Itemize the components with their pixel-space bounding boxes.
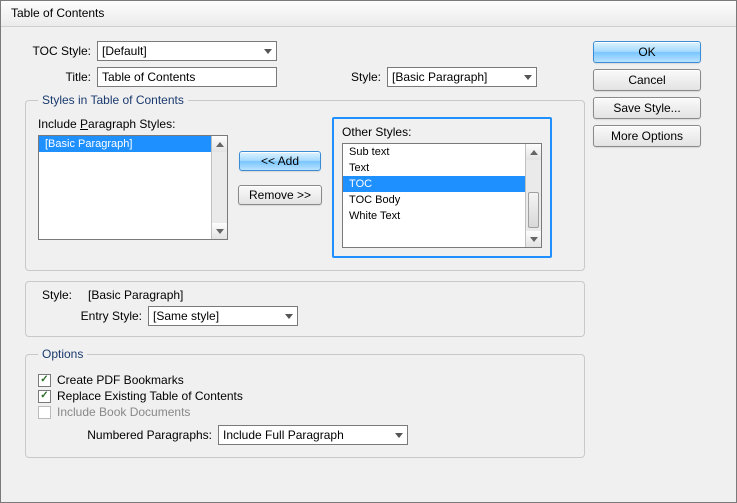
create-pdf-row[interactable]: Create PDF Bookmarks [38,373,572,387]
toc-style-label: TOC Style: [25,44,97,58]
chevron-down-icon [524,75,532,80]
entry-style-static-value: [Basic Paragraph] [88,288,183,302]
title-style-value: [Basic Paragraph] [392,70,487,84]
create-pdf-label: Create PDF Bookmarks [57,373,184,387]
remove-button-label: Remove >> [249,188,311,202]
remove-button[interactable]: Remove >> [238,185,322,205]
numbered-combo[interactable]: Include Full Paragraph [218,425,408,445]
list-item[interactable]: Sub text [343,144,541,160]
list-item[interactable]: TOC Body [343,192,541,208]
scroll-thumb[interactable] [528,192,539,228]
toc-style-row: TOC Style: [Default] [25,41,585,61]
checkbox-icon [38,406,51,419]
styles-grid: Include Paragraph Styles: [Basic Paragra… [38,117,572,258]
add-button-label: << Add [261,154,299,168]
toc-style-combo[interactable]: [Default] [97,41,277,61]
include-label-post: aragraph Styles: [88,117,175,131]
include-label-u: P [80,117,88,131]
entry-style-label-static: Style: [38,288,88,302]
include-book-label: Include Book Documents [57,405,190,419]
title-row: Title: Table of Contents Style: [Basic P… [25,67,585,87]
entry-group: Style: [Basic Paragraph] Entry Style: [S… [25,281,585,337]
chevron-down-icon [264,49,272,54]
other-styles-highlight: Other Styles: Sub textTextTOCTOC BodyWhi… [332,117,552,258]
title-style-combo[interactable]: [Basic Paragraph] [387,67,537,87]
list-item[interactable]: TOC [343,176,541,192]
window-title: Table of Contents [11,6,104,20]
include-label-pre: Include [38,117,80,131]
add-button[interactable]: << Add [239,151,321,171]
chevron-down-icon [395,433,403,438]
chevron-down-icon [285,314,293,319]
list-item[interactable]: [Basic Paragraph] [39,136,227,152]
checkbox-icon[interactable] [38,374,51,387]
transfer-buttons: << Add Remove >> [238,151,322,211]
numbered-value: Include Full Paragraph [223,428,344,442]
ok-button[interactable]: OK [593,41,701,63]
scroll-up-icon[interactable] [212,136,227,152]
replace-row[interactable]: Replace Existing Table of Contents [38,389,572,403]
titlebar: Table of Contents [1,1,736,27]
title-value: Table of Contents [102,70,195,84]
scroll-down-icon[interactable] [212,223,227,239]
dialog-window: Table of Contents TOC Style: [Default] T… [0,0,737,503]
numbered-label: Numbered Paragraphs: [38,428,218,442]
title-field[interactable]: Table of Contents [97,67,277,87]
save-style-button-label: Save Style... [613,101,680,115]
entry-style-value: [Same style] [153,309,219,323]
replace-label: Replace Existing Table of Contents [57,389,243,403]
scroll-up-icon[interactable] [526,144,541,160]
other-styles-listbox[interactable]: Sub textTextTOCTOC BodyWhite Text [342,143,542,248]
scrollbar[interactable] [211,136,227,239]
options-group: Options Create PDF Bookmarks Replace Exi… [25,347,585,458]
cancel-button[interactable]: Cancel [593,69,701,91]
toc-style-value: [Default] [102,44,147,58]
include-listbox[interactable]: [Basic Paragraph] [38,135,228,240]
styles-group: Styles in Table of Contents Include Para… [25,93,585,271]
style-label: Style: [277,70,387,84]
other-styles-label: Other Styles: [342,125,542,139]
main-column: TOC Style: [Default] Title: Table of Con… [25,41,585,468]
dialog-client: TOC Style: [Default] Title: Table of Con… [1,27,736,502]
styles-legend: Styles in Table of Contents [38,93,188,107]
entry-style-combo[interactable]: [Same style] [148,306,298,326]
ok-button-label: OK [638,45,655,59]
scrollbar[interactable] [525,144,541,247]
side-buttons: OK Cancel Save Style... More Options [593,41,711,153]
more-options-button[interactable]: More Options [593,125,701,147]
save-style-button[interactable]: Save Style... [593,97,701,119]
include-book-row: Include Book Documents [38,405,572,419]
include-column: Include Paragraph Styles: [Basic Paragra… [38,117,228,240]
scroll-down-icon[interactable] [526,231,541,247]
cancel-button-label: Cancel [628,73,665,87]
entry-style-label: Entry Style: [38,309,148,323]
checkbox-icon[interactable] [38,390,51,403]
options-legend: Options [38,347,87,361]
list-item[interactable]: White Text [343,208,541,224]
include-label: Include Paragraph Styles: [38,117,228,131]
more-options-button-label: More Options [611,129,683,143]
title-label: Title: [25,70,97,84]
list-item[interactable]: Text [343,160,541,176]
